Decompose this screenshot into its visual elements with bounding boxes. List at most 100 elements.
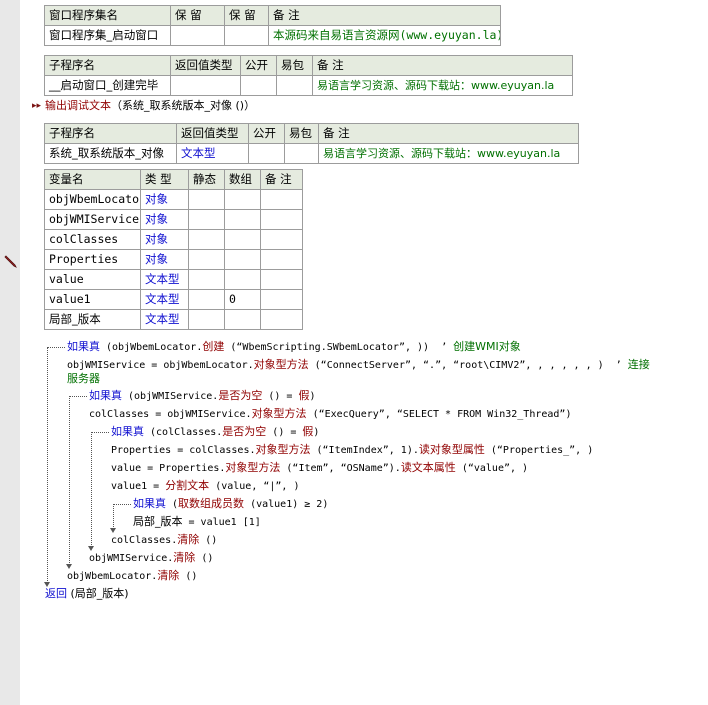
double-arrow-icon: ▸▸: [32, 101, 42, 111]
code-line[interactable]: 如果真 (objWMIService.是否为空 () = 假): [89, 388, 315, 405]
var-type-cell[interactable]: 文本型: [140, 289, 189, 310]
var-array-cell[interactable]: [224, 269, 261, 290]
var-remark-cell[interactable]: [260, 189, 303, 210]
code-line[interactable]: 局部_版本 = value1 [1]: [133, 514, 261, 531]
code-line[interactable]: Properties = colClasses.对象型方法 (“ItemInde…: [111, 442, 593, 459]
header-array: 数组: [224, 169, 261, 190]
code-line[interactable]: objWbemLocator.清除 (): [67, 568, 197, 585]
var-name-cell[interactable]: Properties: [44, 249, 141, 270]
var-array-cell[interactable]: [224, 209, 261, 230]
header-var-name: 变量名: [44, 169, 141, 190]
var-type-cell[interactable]: 对象: [140, 249, 189, 270]
method-name: 对象型方法: [255, 443, 311, 456]
flow-line: [113, 504, 131, 505]
return-type-cell[interactable]: [170, 75, 241, 96]
code-line[interactable]: value1 = 分割文本 (value, “|”, ): [111, 478, 300, 495]
remark-cell[interactable]: 易语言学习资源、源码下载站：www.eyuyan.la: [318, 143, 579, 164]
var-remark-cell[interactable]: [260, 209, 303, 230]
code-text: = value1 [1]: [182, 517, 261, 528]
var-static-cell[interactable]: [188, 309, 225, 330]
header-return-type: 返回值类型: [170, 55, 241, 76]
method-name: 是否为空: [218, 389, 263, 402]
reserved-cell-1[interactable]: [170, 25, 225, 46]
code-text: (“ItemIndex”, 1).: [310, 445, 419, 456]
var-array-cell[interactable]: 0: [224, 289, 261, 310]
var-static-cell[interactable]: [188, 289, 225, 310]
var-static-cell[interactable]: [188, 189, 225, 210]
code-comment: 连接: [627, 358, 650, 371]
code-line[interactable]: colClasses.清除 (): [111, 532, 217, 549]
var-array-cell[interactable]: [224, 229, 261, 250]
code-text: (objWMIService.: [122, 391, 219, 402]
var-static-cell[interactable]: [188, 209, 225, 230]
header-remark: 备 注: [260, 169, 303, 190]
var-name-cell[interactable]: value1: [44, 289, 141, 310]
code-line-wrap[interactable]: 服务器: [67, 371, 100, 388]
var-type-cell[interactable]: 文本型: [140, 269, 189, 290]
code-line[interactable]: value = Properties.对象型方法 (“Item”, “OSNam…: [111, 460, 528, 477]
return-type-cell[interactable]: 文本型: [176, 143, 249, 164]
var-remark-cell[interactable]: [260, 309, 303, 330]
keyword-if: 如果真: [89, 389, 122, 402]
code-line[interactable]: 如果真 (objWbemLocator.创建 (“WbemScripting.S…: [67, 339, 521, 356]
method-name: 对象型方法: [251, 407, 307, 420]
var-array-cell[interactable]: [224, 309, 261, 330]
var-name-cell[interactable]: objWbemLocator: [44, 189, 141, 210]
subroutine-table-get-version: 子程序名 返回值类型 公开 易包 备 注 系统_取系统版本_对像 文本型 易语言…: [44, 123, 579, 164]
var-remark-cell[interactable]: [260, 289, 303, 310]
code-line[interactable]: objWMIService = objWbemLocator.对象型方法 (“C…: [67, 357, 650, 374]
code-text: ): [124, 587, 129, 600]
code-line[interactable]: 返回 (局部_版本): [45, 586, 129, 603]
sub-name-cell[interactable]: 系统_取系统版本_对像: [44, 143, 177, 164]
header-reserved-2: 保 留: [224, 5, 269, 26]
var-remark-cell[interactable]: [260, 229, 303, 250]
var-type-cell[interactable]: 对象: [140, 209, 189, 230]
var-remark-cell[interactable]: [260, 249, 303, 270]
var-static-cell[interactable]: [188, 269, 225, 290]
sub-name-cell[interactable]: __启动窗口_创建完毕: [44, 75, 171, 96]
remark-cell[interactable]: 易语言学习资源、源码下载站：www.eyuyan.la: [312, 75, 573, 96]
flow-line: [47, 347, 65, 348]
pen-icon: [4, 255, 17, 268]
header-reserved-1: 保 留: [170, 5, 225, 26]
function-name: 分割文本: [165, 479, 210, 492]
public-cell[interactable]: [248, 143, 285, 164]
var-static-cell[interactable]: [188, 229, 225, 250]
header-sub-name: 子程序名: [44, 123, 177, 144]
code-line[interactable]: objWMIService.清除 (): [89, 550, 213, 567]
code-text: (: [166, 499, 179, 510]
code-text: (“ConnectServer”, “.”, “root\CIMV2”, , ,…: [308, 360, 628, 371]
reserved-cell-2[interactable]: [224, 25, 269, 46]
code-line[interactable]: 如果真 (取数组成员数 (value1) ≥ 2): [133, 496, 328, 513]
header-assembly-name: 窗口程序集名: [44, 5, 171, 26]
var-array-cell[interactable]: [224, 249, 261, 270]
var-name-cell[interactable]: objWMIService: [44, 209, 141, 230]
code-text: objWMIService = objWbemLocator.: [67, 360, 254, 371]
variable-row: 局部_版本 文本型: [44, 309, 303, 330]
easy-pack-cell[interactable]: [284, 143, 319, 164]
var-type-cell[interactable]: 文本型: [140, 309, 189, 330]
easy-pack-cell[interactable]: [276, 75, 313, 96]
var-type-cell[interactable]: 对象: [140, 229, 189, 250]
assembly-name-cell[interactable]: 窗口程序集_启动窗口: [44, 25, 171, 46]
constant-false: 假: [302, 425, 314, 438]
flow-line: [91, 432, 109, 433]
code-line[interactable]: 如果真 (colClasses.是否为空 () = 假): [111, 424, 319, 441]
method-name: 对象型方法: [225, 461, 281, 474]
var-name-cell[interactable]: value: [44, 269, 141, 290]
header-sub-name: 子程序名: [44, 55, 171, 76]
code-text: (“ExecQuery”, “SELECT * FROM Win32_Threa…: [306, 409, 572, 420]
var-array-cell[interactable]: [224, 189, 261, 210]
var-name-cell[interactable]: 局部_版本: [44, 309, 141, 330]
method-name: 清除: [173, 551, 196, 564]
code-line[interactable]: colClasses = objWMIService.对象型方法 (“ExecQ…: [89, 406, 571, 423]
code-text: (value1) ≥ 2): [244, 499, 329, 510]
public-cell[interactable]: [240, 75, 277, 96]
code-text: (): [195, 553, 214, 564]
remark-cell[interactable]: 本源码来自易语言资源网(www.eyuyan.la): [268, 25, 501, 46]
var-static-cell[interactable]: [188, 249, 225, 270]
var-type-cell[interactable]: 对象: [140, 189, 189, 210]
var-name-cell[interactable]: colClasses: [44, 229, 141, 250]
debug-output-line[interactable]: 输出调试文本（系统_取系统版本_对像 ()）: [45, 98, 255, 115]
var-remark-cell[interactable]: [260, 269, 303, 290]
